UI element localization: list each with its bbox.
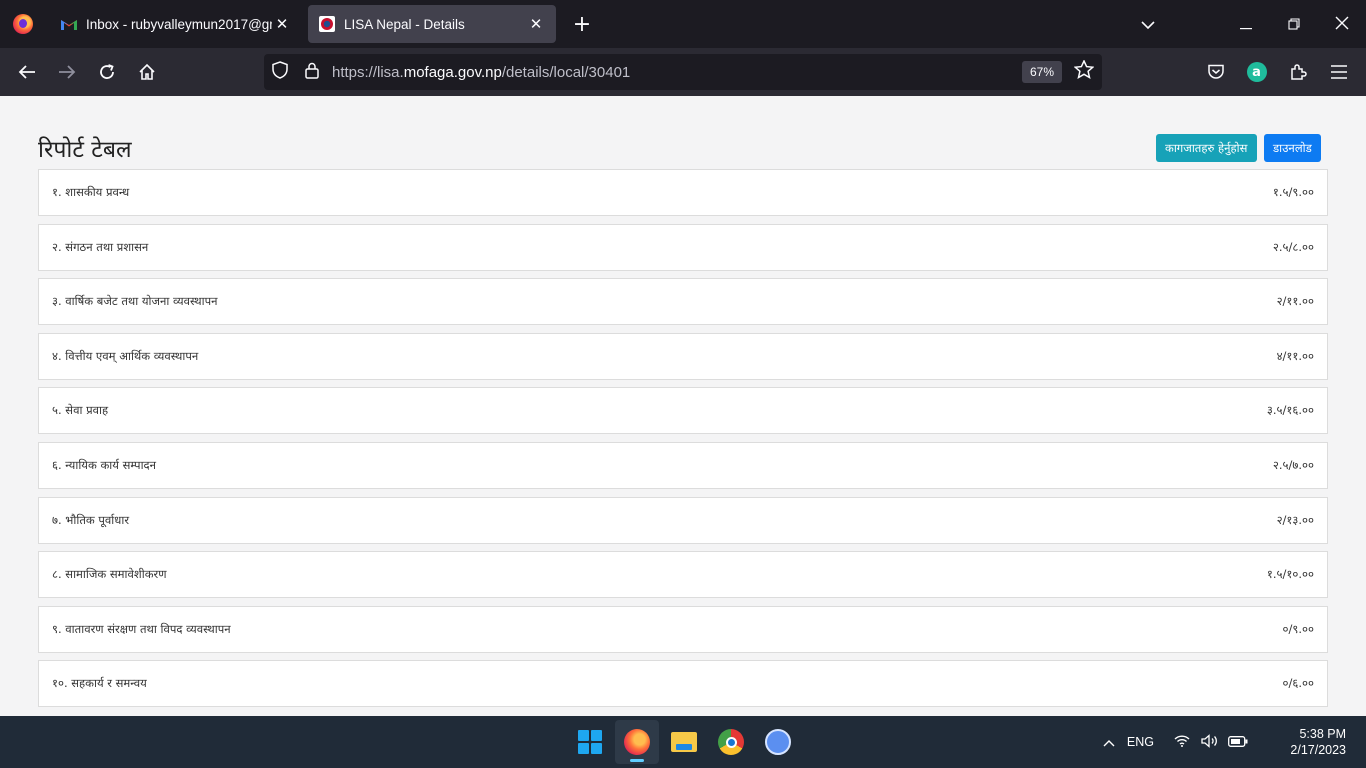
clock-time: 5:38 PM bbox=[1299, 727, 1346, 741]
report-row-label: ८. सामाजिक समावेशीकरण bbox=[52, 567, 167, 582]
tab-title: LISA Nepal - Details bbox=[344, 16, 465, 32]
report-row-label: १०. सहकार्य र समन्वय bbox=[52, 676, 147, 691]
restore-icon[interactable] bbox=[1270, 15, 1318, 34]
report-row-label: ४. वित्तीय एवम् आर्थिक व्यवस्थापन bbox=[52, 348, 199, 363]
wifi-icon[interactable] bbox=[1168, 734, 1196, 750]
tab-gmail[interactable]: Inbox - rubyvalleymun2017@gmail.com - Gm… bbox=[50, 5, 302, 43]
report-row[interactable]: ३. वार्षिक बजेट तथा योजना व्यवस्थापन २/११… bbox=[38, 278, 1328, 326]
navigation-toolbar: https://lisa.mofaga.gov.np/details/local… bbox=[0, 48, 1366, 96]
report-row-score: ३.५/१६.०० bbox=[1266, 403, 1314, 418]
report-row[interactable]: ५. सेवा प्रवाह ३.५/१६.०० bbox=[38, 387, 1328, 435]
report-row[interactable]: १. शासकीय प्रवन्ध १.५/९.०० bbox=[38, 169, 1328, 216]
report-row-score: २/११.०० bbox=[1276, 294, 1314, 309]
taskbar-pinned-apps bbox=[568, 720, 803, 764]
battery-icon[interactable] bbox=[1224, 734, 1252, 750]
report-row[interactable]: ६. न्यायिक कार्य सम्पादन २.५/७.०० bbox=[38, 441, 1328, 489]
report-row-score: ०/९.०० bbox=[1282, 621, 1314, 636]
close-tab-icon[interactable]: ✕ bbox=[272, 15, 292, 33]
report-row-label: ५. सेवा प्रवाह bbox=[52, 403, 109, 418]
page-title: रिपोर्ट टेबल bbox=[38, 137, 132, 163]
url-domain: mofaga.gov.np bbox=[403, 63, 502, 81]
report-row-label: २. संगठन तथा प्रशासन bbox=[52, 239, 149, 254]
report-row-score: २/१३.०० bbox=[1276, 512, 1314, 527]
report-row-score: ०/६.०० bbox=[1282, 676, 1314, 691]
taskbar: ENG 5:38 PM 2/17/2023 bbox=[0, 716, 1366, 768]
clock[interactable]: 5:38 PM 2/17/2023 bbox=[1264, 726, 1346, 758]
report-row[interactable]: ४. वित्तीय एवम् आर्थिक व्यवस्थापन ४/११.०० bbox=[38, 332, 1328, 380]
window-controls bbox=[1124, 0, 1366, 48]
input-language[interactable]: ENG bbox=[1127, 735, 1154, 749]
report-row[interactable]: ८. सामाजिक समावेशीकरण १.५/१०.०० bbox=[38, 551, 1328, 599]
url-text[interactable]: https://lisa.mofaga.gov.np/details/local… bbox=[332, 64, 630, 81]
zoom-level-badge[interactable]: 67% bbox=[1021, 61, 1062, 83]
report-row-score: २.५/७.०० bbox=[1272, 457, 1314, 472]
list-all-tabs-chevron-icon[interactable] bbox=[1124, 15, 1172, 34]
report-row-score: २.५/८.०० bbox=[1272, 239, 1314, 254]
report-row-label: ७. भौतिक पूर्वाधार bbox=[52, 512, 130, 527]
close-tab-icon[interactable]: ✕ bbox=[526, 15, 546, 33]
tab-lisa-nepal[interactable]: LISA Nepal - Details ✕ bbox=[308, 5, 556, 43]
url-path: /details/local/30401 bbox=[501, 63, 631, 81]
speaker-icon[interactable] bbox=[1196, 733, 1224, 751]
browser-tab-strip: Inbox - rubyvalleymun2017@gmail.com - Gm… bbox=[0, 0, 1366, 48]
close-window-icon[interactable] bbox=[1318, 15, 1366, 34]
tab-title: Inbox - rubyvalleymun2017@gmail.com - Gm… bbox=[86, 16, 272, 32]
windows-logo-icon bbox=[578, 730, 602, 754]
folder-icon bbox=[671, 732, 697, 752]
url-prefix: https://lisa. bbox=[332, 63, 404, 81]
taskbar-chrome[interactable] bbox=[709, 720, 753, 764]
report-table: १. शासकीय प्रवन्ध १.५/९.०० २. संगठन तथा प्… bbox=[38, 169, 1328, 715]
download-button[interactable]: डाउनलोड bbox=[1264, 134, 1321, 162]
tracking-protection-shield-icon[interactable] bbox=[264, 61, 296, 83]
report-row-score: १.५/९.०० bbox=[1272, 185, 1314, 199]
report-row[interactable]: २. संगठन तथा प्रशासन २.५/८.०० bbox=[38, 223, 1328, 271]
address-bar[interactable]: https://lisa.mofaga.gov.np/details/local… bbox=[264, 54, 1102, 90]
clock-date: 2/17/2023 bbox=[1290, 743, 1346, 757]
taskbar-firefox[interactable] bbox=[615, 720, 659, 764]
report-row-label: १. शासकीय प्रवन्ध bbox=[52, 185, 130, 199]
pocket-icon[interactable] bbox=[1195, 64, 1236, 80]
firefox-menu-button[interactable] bbox=[0, 0, 46, 48]
report-row[interactable]: ९. वातावरण संरक्षण तथा विपद व्यवस्थापन ०/… bbox=[38, 605, 1328, 653]
reload-icon[interactable] bbox=[87, 52, 127, 92]
toolbar-right: a bbox=[1195, 48, 1366, 96]
report-row[interactable]: १०. सहकार्य र समन्वय ०/६.०० bbox=[38, 660, 1328, 708]
taskbar-globe-app[interactable] bbox=[756, 720, 800, 764]
globe-icon bbox=[765, 729, 791, 755]
system-tray: ENG 5:38 PM 2/17/2023 bbox=[1095, 716, 1366, 768]
amazon-assistant-icon[interactable]: a bbox=[1236, 62, 1277, 82]
back-arrow-icon[interactable] bbox=[7, 52, 47, 92]
gmail-icon bbox=[60, 15, 78, 33]
view-documents-button[interactable]: कागजातहरु हेर्नुहोस bbox=[1156, 134, 1257, 162]
report-row-label: ६. न्यायिक कार्य सम्पादन bbox=[52, 457, 157, 472]
bookmark-star-icon[interactable] bbox=[1073, 59, 1095, 84]
report-row-score: १.५/१०.०० bbox=[1266, 567, 1314, 582]
start-button[interactable] bbox=[568, 720, 612, 764]
firefox-icon bbox=[624, 729, 650, 755]
lock-icon[interactable] bbox=[296, 62, 328, 83]
show-hidden-icons-chevron-icon[interactable] bbox=[1095, 734, 1123, 750]
report-row-score: ४/११.०० bbox=[1276, 348, 1314, 363]
report-row[interactable]: ७. भौतिक पूर्वाधार २/१३.०० bbox=[38, 496, 1328, 544]
forward-arrow-icon[interactable] bbox=[47, 52, 87, 92]
hamburger-menu-icon[interactable] bbox=[1318, 65, 1359, 79]
nepal-emblem-icon bbox=[318, 15, 336, 33]
home-icon[interactable] bbox=[127, 52, 167, 92]
report-row-label: ३. वार्षिक बजेट तथा योजना व्यवस्थापन bbox=[52, 294, 218, 309]
new-tab-button[interactable]: + bbox=[564, 6, 600, 42]
minimize-icon[interactable] bbox=[1222, 15, 1270, 34]
taskbar-file-explorer[interactable] bbox=[662, 720, 706, 764]
extensions-puzzle-icon[interactable] bbox=[1277, 63, 1318, 81]
page-content: रिपोर्ट टेबल कागजातहरु हेर्नुहोस डाउनलोड… bbox=[0, 96, 1366, 716]
firefox-icon bbox=[13, 14, 33, 34]
report-row-label: ९. वातावरण संरक्षण तथा विपद व्यवस्थापन bbox=[52, 621, 231, 636]
chrome-icon bbox=[718, 729, 744, 755]
